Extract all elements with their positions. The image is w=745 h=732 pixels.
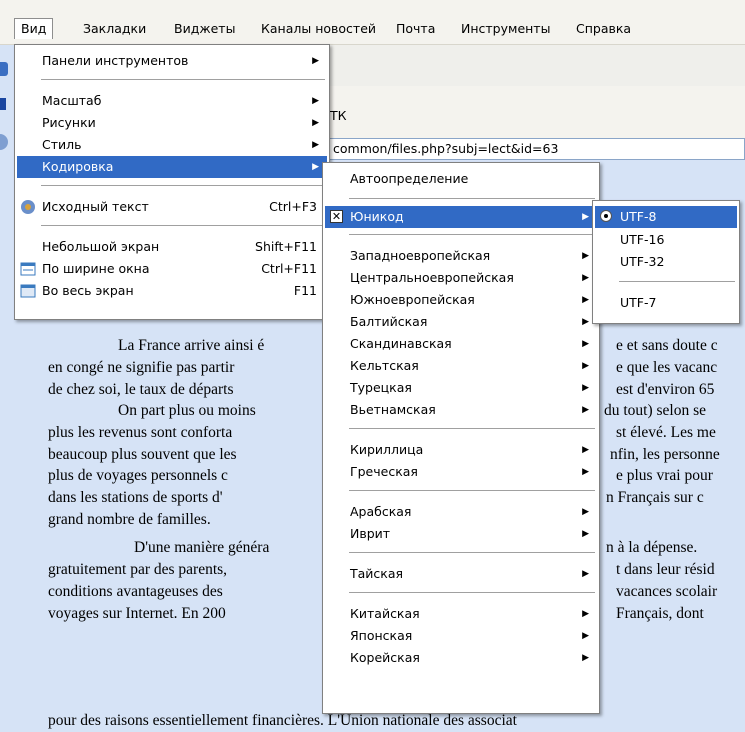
menu-item-zoom[interactable]: Масштаб ▶ [17, 90, 327, 112]
menu-item-utf7[interactable]: UTF-7 [595, 292, 737, 314]
fit-width-icon [20, 261, 36, 277]
separator [349, 234, 595, 235]
menu-item-small-screen[interactable]: Небольшой экран Shift+F11 [17, 236, 327, 258]
text-line: st élevé. Les me [616, 424, 716, 441]
separator [349, 198, 595, 199]
address-icon [0, 134, 8, 150]
menu-item-korean[interactable]: Корейская ▶ [325, 647, 597, 669]
menu-item-vietnamese[interactable]: Вьетнамская ▶ [325, 399, 597, 421]
view-menu: Панели инструментов ▶ Масштаб ▶ Рисунки ▶ С… [14, 44, 330, 320]
menu-item-utf8[interactable]: UTF-8 [595, 206, 737, 228]
menu-item-arabic[interactable]: Арабская ▶ [325, 501, 597, 523]
address-text[interactable]: common/files.php?subj=lect&id=63 [333, 141, 558, 156]
text-line: beaucoup plus souvent que les [48, 446, 237, 463]
browser-chrome-edge [0, 44, 12, 164]
menu-item-source[interactable]: Исходный текст Ctrl+F3 [17, 196, 327, 218]
menu-item-fullscreen[interactable]: Во весь экран F11 [17, 280, 327, 302]
text-line: n Français sur c [606, 489, 704, 506]
toolbar [326, 44, 745, 87]
menu-feeds[interactable]: Каналы новостей [255, 19, 382, 39]
text-line: e plus vrai pour [616, 467, 713, 484]
text-line: conditions avantageuses des [48, 583, 223, 600]
menu-item-western[interactable]: Западноевропейская ▶ [325, 245, 597, 267]
menu-tools[interactable]: Инструменты [455, 19, 556, 39]
text-line: plus les revenus sont conforta [48, 424, 233, 441]
separator [349, 490, 595, 491]
separator [349, 552, 595, 553]
tab-icon [0, 98, 6, 110]
encoding-menu: Автоопределение ✕ Юникод ▶ Западноевропей… [322, 162, 600, 714]
text-line: vacances scolair [616, 583, 718, 600]
menu-item-chinese[interactable]: Китайская ▶ [325, 603, 597, 625]
text-line: t dans leur résid [616, 561, 715, 578]
menu-item-auto-detect[interactable]: Автоопределение [325, 168, 597, 190]
menu-view[interactable]: Вид [14, 18, 54, 39]
text-line: On part plus ou moins [118, 402, 256, 419]
separator [41, 225, 325, 226]
menu-bookmarks[interactable]: Закладки [77, 19, 152, 39]
tab-bar[interactable] [326, 86, 745, 139]
menu-item-images[interactable]: Рисунки ▶ [17, 112, 327, 134]
menu-widgets[interactable]: Виджеты [168, 19, 241, 39]
menu-item-nordic[interactable]: Скандинавская ▶ [325, 333, 597, 355]
text-line: e et sans doute c [616, 337, 718, 354]
text-line: du tout) selon se [604, 402, 707, 419]
menu-bar: Вид Закладки Виджеты Каналы новостей Поч… [0, 0, 745, 45]
separator [349, 428, 595, 429]
text-line: gratuitement par des parents, [48, 561, 228, 578]
tab-title[interactable]: ТК [330, 108, 347, 123]
text-line: voyages sur Internet. En 200 [48, 605, 226, 622]
unicode-menu: UTF-8 UTF-16 UTF-32 UTF-7 [592, 200, 740, 324]
separator [619, 281, 735, 282]
menu-item-encoding[interactable]: Кодировка ▶ [17, 156, 327, 178]
text-line: de chez soi, le taux de départs [48, 381, 234, 398]
menu-item-southern[interactable]: Южноевропейская ▶ [325, 289, 597, 311]
menu-mail[interactable]: Почта [390, 19, 441, 39]
text-line: est d'environ 65 [616, 381, 715, 398]
text-line: dans les stations de sports d' [48, 489, 223, 506]
menu-item-japanese[interactable]: Японская ▶ [325, 625, 597, 647]
text-line: e que les vacanc [616, 359, 718, 376]
text-line: nfin, les personne [610, 446, 720, 463]
checkbox-icon: ✕ [330, 210, 343, 223]
menu-item-turkish[interactable]: Турецкая ▶ [325, 377, 597, 399]
radio-selected-icon [600, 210, 612, 222]
menu-item-utf16[interactable]: UTF-16 [595, 229, 737, 251]
menu-item-toolbars[interactable]: Панели инструментов ▶ [17, 50, 327, 72]
text-line: Français, dont [616, 605, 704, 622]
separator [41, 185, 325, 186]
menu-item-celtic[interactable]: Кельтская ▶ [325, 355, 597, 377]
menu-item-baltic[interactable]: Балтийская ▶ [325, 311, 597, 333]
menu-item-unicode[interactable]: ✕ Юникод ▶ [325, 206, 597, 228]
menu-item-fit-width[interactable]: По ширине окна Ctrl+F11 [17, 258, 327, 280]
separator [349, 592, 595, 593]
source-icon [20, 199, 36, 215]
menu-item-greek[interactable]: Греческая ▶ [325, 461, 597, 483]
menu-help[interactable]: Справка [570, 19, 637, 39]
fullscreen-icon [20, 283, 36, 299]
menu-item-utf32[interactable]: UTF-32 [595, 251, 737, 273]
separator [41, 79, 325, 80]
menu-item-cyrillic[interactable]: Кириллица ▶ [325, 439, 597, 461]
menu-item-hebrew[interactable]: Иврит ▶ [325, 523, 597, 545]
menu-item-thai[interactable]: Тайская ▶ [325, 563, 597, 585]
text-line: plus de voyages personnels c [48, 467, 228, 484]
text-line: D'une manière généra [134, 539, 270, 556]
text-line: grand nombre de familles. [48, 511, 211, 528]
menu-item-style[interactable]: Стиль ▶ [17, 134, 327, 156]
menu-item-central[interactable]: Центральноевропейская ▶ [325, 267, 597, 289]
text-line: La France arrive ainsi é [118, 337, 265, 354]
nav-icon [0, 62, 8, 76]
text-line: en congé ne signifie pas partir [48, 359, 235, 376]
text-line: n à la dépense. [606, 539, 698, 556]
